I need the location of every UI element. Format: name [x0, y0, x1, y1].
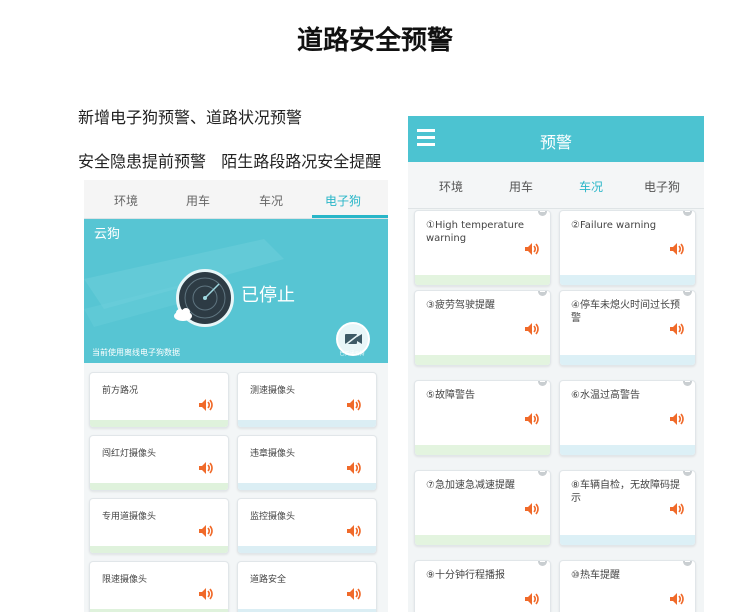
speaker-icon[interactable] — [346, 397, 362, 416]
remove-icon[interactable] — [538, 471, 547, 476]
warning-header: 预警 — [408, 116, 704, 162]
cloud-dog-panel: 云狗 已停止 当前使用离线电子狗数据 已关闭云狗 — [84, 219, 388, 363]
speaker-icon[interactable] — [524, 501, 540, 520]
left-warning-card[interactable]: 限速摄像头 — [89, 561, 229, 612]
remove-icon[interactable] — [683, 291, 692, 296]
card-footer-bar — [560, 275, 695, 285]
speaker-icon[interactable] — [669, 411, 685, 430]
card-footer-bar — [560, 445, 695, 455]
speaker-icon[interactable] — [669, 591, 685, 610]
card-label: ⑨十分钟行程播报 — [426, 570, 505, 581]
left-warning-card[interactable]: 道路安全 — [237, 561, 377, 612]
cloud-dog-status: 已停止 — [241, 285, 295, 306]
card-footer-bar — [415, 275, 550, 285]
speaker-icon[interactable] — [346, 460, 362, 479]
remove-icon[interactable] — [538, 291, 547, 296]
card-label: 专用道摄像头 — [102, 512, 157, 522]
right-tab-e-dog[interactable]: 电子狗 — [644, 178, 680, 195]
card-footer-bar — [415, 445, 550, 455]
card-label: ⑦急加速急减速提醒 — [426, 480, 515, 491]
right-tab-vehicle-condition[interactable]: 车况 — [579, 178, 603, 195]
speaker-icon[interactable] — [346, 523, 362, 542]
speaker-icon[interactable] — [669, 241, 685, 260]
right-warning-card[interactable]: ⑥水温过高警告 — [559, 380, 696, 456]
card-label: ⑤故障警告 — [426, 390, 475, 401]
card-footer-bar — [90, 546, 228, 553]
right-tab-vehicle-use[interactable]: 用车 — [509, 178, 533, 195]
active-tab-indicator — [312, 215, 388, 218]
card-label: ③疲劳驾驶提醒 — [426, 300, 495, 311]
left-tab-e-dog[interactable]: 电子狗 — [325, 192, 361, 209]
left-warning-card[interactable]: 前方路况 — [89, 372, 229, 428]
left-warning-card[interactable]: 专用道摄像头 — [89, 498, 229, 554]
card-label: ⑩热车提醒 — [571, 570, 620, 581]
card-label: ②Failure warning — [571, 220, 657, 231]
left-warning-card[interactable]: 违章摄像头 — [237, 435, 377, 491]
remove-icon[interactable] — [683, 211, 692, 216]
remove-icon[interactable] — [683, 561, 692, 566]
speaker-icon[interactable] — [198, 523, 214, 542]
right-warning-card[interactable]: ①High temperature warning — [414, 210, 551, 286]
left-tab-bar: 环境 用车 车况 电子狗 — [84, 180, 388, 219]
card-label: ⑥水温过高警告 — [571, 390, 640, 401]
right-warning-card[interactable]: ②Failure warning — [559, 210, 696, 286]
card-footer-bar — [90, 483, 228, 490]
cloud-icon — [174, 308, 192, 321]
card-footer-bar — [238, 546, 376, 553]
card-label: 限速摄像头 — [102, 575, 148, 585]
card-footer-bar — [560, 535, 695, 545]
card-label: 监控摄像头 — [250, 512, 296, 522]
warning-title: 预警 — [539, 133, 572, 152]
left-warning-card[interactable]: 闯红灯摄像头 — [89, 435, 229, 491]
speaker-icon[interactable] — [524, 321, 540, 340]
right-warning-card[interactable]: ③疲劳驾驶提醒 — [414, 290, 551, 366]
left-tab-environment[interactable]: 环境 — [114, 192, 138, 209]
remove-icon[interactable] — [538, 381, 547, 386]
right-warning-card[interactable]: ④停车未熄火时间过长预警 — [559, 290, 696, 366]
card-label: 道路安全 — [250, 575, 287, 585]
card-label: 闯红灯摄像头 — [102, 449, 157, 459]
speaker-icon[interactable] — [669, 321, 685, 340]
remove-icon[interactable] — [538, 561, 547, 566]
left-tab-vehicle-use[interactable]: 用车 — [186, 192, 210, 209]
speaker-icon[interactable] — [524, 591, 540, 610]
card-footer-bar — [415, 535, 550, 545]
right-warning-card[interactable]: ⑧车辆自检，无故障码提示 — [559, 470, 696, 546]
intro-line-2: 安全隐患提前预警 陌生路段路况安全提醒 — [78, 152, 382, 171]
speaker-icon[interactable] — [346, 586, 362, 605]
left-warning-card[interactable]: 测速摄像头 — [237, 372, 377, 428]
card-footer-bar — [415, 355, 550, 365]
card-footer-bar — [90, 420, 228, 427]
left-tab-vehicle-condition[interactable]: 车况 — [259, 192, 283, 209]
left-warning-card[interactable]: 监控摄像头 — [237, 498, 377, 554]
card-footer-bar — [238, 483, 376, 490]
remove-icon[interactable] — [683, 381, 692, 386]
right-tab-bar: 环境 用车 车况 电子狗 — [408, 162, 704, 209]
card-label: 违章摄像头 — [250, 449, 296, 459]
right-warning-card[interactable]: ⑨十分钟行程播报 — [414, 560, 551, 612]
card-footer-bar — [238, 420, 376, 427]
intro-line-1: 新增电子狗预警、道路状况预警 — [78, 108, 303, 127]
speaker-icon[interactable] — [198, 586, 214, 605]
card-footer-bar — [560, 355, 695, 365]
cloud-dog-toggle-label: 已关闭云狗 — [339, 351, 365, 357]
remove-icon[interactable] — [538, 211, 547, 216]
offline-data-note: 当前使用离线电子狗数据 — [92, 348, 180, 357]
cloud-dog-title: 云狗 — [94, 227, 121, 242]
remove-icon[interactable] — [683, 471, 692, 476]
page-title: 道路安全预警 — [296, 26, 453, 56]
left-phone-screen: 环境 用车 车况 电子狗 云狗 已停止 当前使用离线电子狗数据 已关闭云狗 前方… — [84, 180, 388, 612]
card-label: 测速摄像头 — [250, 386, 296, 396]
speaker-icon[interactable] — [198, 397, 214, 416]
speaker-icon[interactable] — [524, 411, 540, 430]
right-phone-screen: 预警 环境 用车 车况 电子狗 ①High temperature warnin… — [408, 116, 704, 612]
right-warning-card[interactable]: ⑦急加速急减速提醒 — [414, 470, 551, 546]
speaker-icon[interactable] — [524, 241, 540, 260]
right-warning-card[interactable]: ⑩热车提醒 — [559, 560, 696, 612]
speaker-icon[interactable] — [198, 460, 214, 479]
card-label: 前方路况 — [102, 386, 139, 396]
right-tab-environment[interactable]: 环境 — [439, 178, 463, 195]
speaker-icon[interactable] — [669, 501, 685, 520]
right-warning-card[interactable]: ⑤故障警告 — [414, 380, 551, 456]
